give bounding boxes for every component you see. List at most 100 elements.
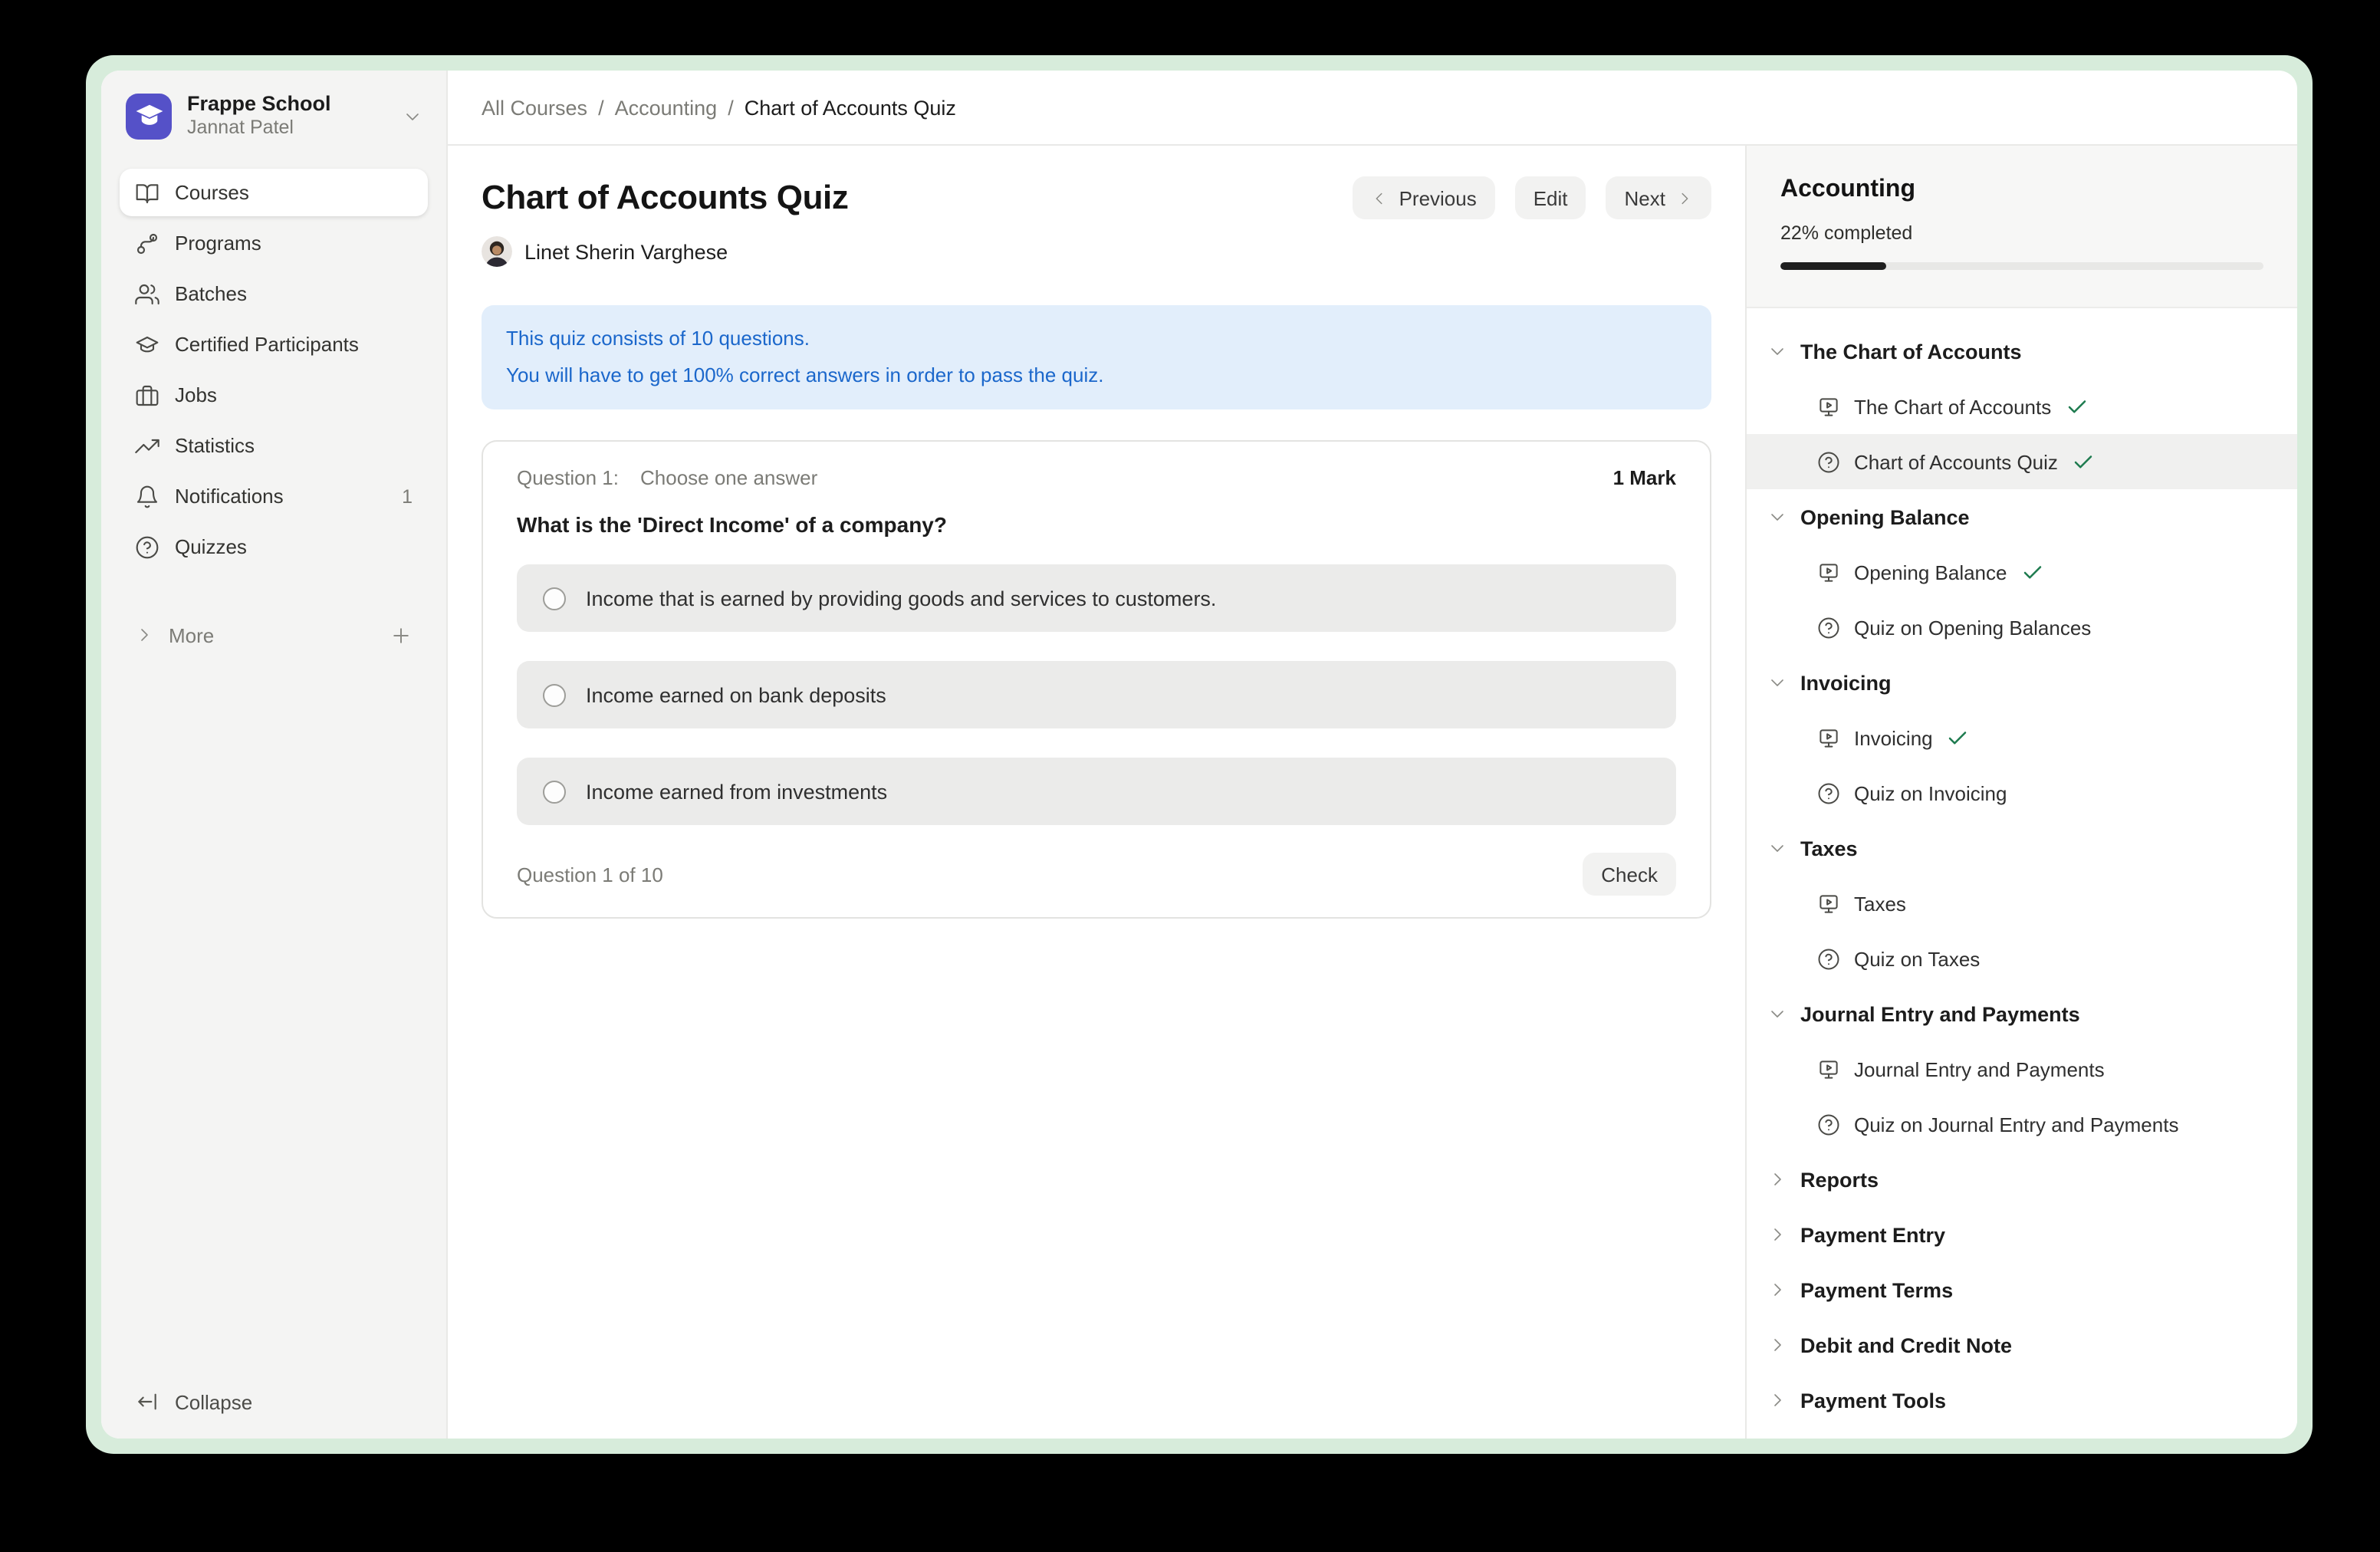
answer-option[interactable]: Income that is earned by providing goods… xyxy=(517,564,1676,632)
chevron-right-icon xyxy=(135,626,153,644)
sidebar-item-certified-participants[interactable]: Certified Participants xyxy=(120,321,428,368)
radio-button[interactable] xyxy=(543,587,566,610)
chevron-down-icon xyxy=(1768,508,1787,526)
plus-icon[interactable] xyxy=(390,623,413,646)
help-circle-icon xyxy=(135,534,159,559)
next-label: Next xyxy=(1625,186,1665,209)
workspace-switcher[interactable]: Frappe School Jannat Patel xyxy=(120,92,428,140)
outline-lesson[interactable]: Opening Balance xyxy=(1747,544,2297,600)
next-button[interactable]: Next xyxy=(1606,176,1711,219)
sidebar: Frappe School Jannat Patel Courses Progr… xyxy=(101,71,448,1439)
check-button[interactable]: Check xyxy=(1583,853,1676,896)
course-completed-label: 22% completed xyxy=(1780,222,2263,244)
outline-section-label: The Chart of Accounts xyxy=(1800,340,2022,363)
sidebar-item-notifications[interactable]: Notifications 1 xyxy=(120,472,428,520)
graduation-cap-icon xyxy=(135,332,159,357)
outline-quiz[interactable]: Quiz on Taxes xyxy=(1747,931,2297,986)
frappe-school-logo xyxy=(126,93,172,139)
collapse-label: Collapse xyxy=(175,1390,252,1413)
answer-option[interactable]: Income earned from investments xyxy=(517,758,1676,825)
outline-section-opening-balance[interactable]: Opening Balance xyxy=(1747,489,2297,544)
sidebar-item-label: Certified Participants xyxy=(175,333,359,356)
sidebar-item-batches[interactable]: Batches xyxy=(120,270,428,317)
chevron-down-icon xyxy=(1768,673,1787,692)
sidebar-item-label: Programs xyxy=(175,232,261,255)
app-window-frame: Frappe School Jannat Patel Courses Progr… xyxy=(86,55,2313,1454)
chevron-right-icon xyxy=(1768,1225,1787,1244)
toolbar: Previous Edit Next xyxy=(1353,176,1711,219)
progress-bar xyxy=(1780,262,2263,270)
collapse-sidebar-icon xyxy=(135,1389,159,1414)
outline-section-invoicing[interactable]: Invoicing xyxy=(1747,655,2297,710)
outline-section-payment-tools[interactable]: Payment Tools xyxy=(1747,1373,2297,1428)
outline-quiz-active[interactable]: Chart of Accounts Quiz xyxy=(1747,434,2297,489)
breadcrumb-all-courses[interactable]: All Courses xyxy=(482,96,587,119)
outline-section-payment-terms[interactable]: Payment Terms xyxy=(1747,1262,2297,1317)
sidebar-item-jobs[interactable]: Jobs xyxy=(120,371,428,419)
quiz-icon xyxy=(1817,616,1840,639)
outline-section-journal-entry[interactable]: Journal Entry and Payments xyxy=(1747,986,2297,1041)
previous-button[interactable]: Previous xyxy=(1353,176,1495,219)
sidebar-item-quizzes[interactable]: Quizzes xyxy=(120,523,428,570)
bell-icon xyxy=(135,484,159,508)
outline-section-debit-credit-note[interactable]: Debit and Credit Note xyxy=(1747,1317,2297,1373)
sidebar-more[interactable]: More xyxy=(120,612,428,658)
chevron-down-icon xyxy=(403,107,422,125)
breadcrumb: All Courses / Accounting / Chart of Acco… xyxy=(448,71,2297,146)
outline-quiz[interactable]: Quiz on Invoicing xyxy=(1747,765,2297,820)
outline-section-payment-entry[interactable]: Payment Entry xyxy=(1747,1207,2297,1262)
outline-item-label: Quiz on Journal Entry and Payments xyxy=(1854,1113,2178,1136)
quiz-icon xyxy=(1817,1113,1840,1136)
answer-option[interactable]: Income earned on bank deposits xyxy=(517,661,1676,728)
outline-section-label: Taxes xyxy=(1800,837,1858,860)
outline-section-taxes[interactable]: Taxes xyxy=(1747,820,2297,876)
quiz-panel: Chart of Accounts Quiz Previous Edit xyxy=(448,146,1745,1439)
chevron-right-icon xyxy=(1768,1281,1787,1299)
sidebar-item-programs[interactable]: Programs xyxy=(120,219,428,267)
outline-item-label: Journal Entry and Payments xyxy=(1854,1057,2105,1080)
radio-button[interactable] xyxy=(543,683,566,706)
question-card: Question 1: Choose one answer 1 Mark Wha… xyxy=(482,440,1711,919)
screen: Frappe School Jannat Patel Courses Progr… xyxy=(0,0,2380,1552)
breadcrumb-accounting[interactable]: Accounting xyxy=(615,96,718,119)
check-icon xyxy=(2072,450,2095,473)
quiz-notice: This quiz consists of 10 questions. You … xyxy=(482,305,1711,409)
outline-item-label: Taxes xyxy=(1854,892,1906,915)
check-icon xyxy=(1947,726,1970,749)
course-title: Accounting xyxy=(1780,176,2263,204)
question-marks: 1 Mark xyxy=(1613,466,1676,489)
outline-quiz[interactable]: Quiz on Opening Balances xyxy=(1747,600,2297,655)
quiz-icon xyxy=(1817,947,1840,970)
outline-lesson[interactable]: Taxes xyxy=(1747,876,2297,931)
brand-text: Frappe School Jannat Patel xyxy=(187,92,331,140)
edit-button[interactable]: Edit xyxy=(1515,176,1586,219)
outline-section-reports[interactable]: Reports xyxy=(1747,1152,2297,1207)
breadcrumb-current: Chart of Accounts Quiz xyxy=(745,96,956,119)
sidebar-item-courses[interactable]: Courses xyxy=(120,169,428,216)
outline-section-label: Invoicing xyxy=(1800,671,1892,694)
edit-label: Edit xyxy=(1534,186,1568,209)
quiz-icon xyxy=(1817,450,1840,473)
outline-section-label: Payment Entry xyxy=(1800,1223,1945,1246)
page-title: Chart of Accounts Quiz xyxy=(482,178,848,218)
lesson-icon xyxy=(1817,726,1840,749)
outline-section-chart-of-accounts[interactable]: The Chart of Accounts xyxy=(1747,324,2297,379)
previous-label: Previous xyxy=(1399,186,1477,209)
outline-item-label: Chart of Accounts Quiz xyxy=(1854,450,2058,473)
question-instruction: Choose one answer xyxy=(640,466,817,489)
brand-name: Frappe School xyxy=(187,92,331,117)
sidebar-item-statistics[interactable]: Statistics xyxy=(120,422,428,469)
quiz-icon xyxy=(1817,781,1840,804)
check-label: Check xyxy=(1601,863,1658,886)
sidebar-item-label: Batches xyxy=(175,282,247,305)
outline-section-label: Payment Tools xyxy=(1800,1389,1946,1412)
content-column: All Courses / Accounting / Chart of Acco… xyxy=(448,71,2297,1439)
outline-lesson[interactable]: Journal Entry and Payments xyxy=(1747,1041,2297,1097)
outline-lesson[interactable]: Invoicing xyxy=(1747,710,2297,765)
outline-lesson[interactable]: The Chart of Accounts xyxy=(1747,379,2297,434)
radio-button[interactable] xyxy=(543,780,566,803)
sidebar-collapse-button[interactable]: Collapse xyxy=(120,1386,428,1414)
chevron-down-icon xyxy=(1768,839,1787,857)
answer-option-label: Income earned on bank deposits xyxy=(586,683,886,706)
outline-quiz[interactable]: Quiz on Journal Entry and Payments xyxy=(1747,1097,2297,1152)
